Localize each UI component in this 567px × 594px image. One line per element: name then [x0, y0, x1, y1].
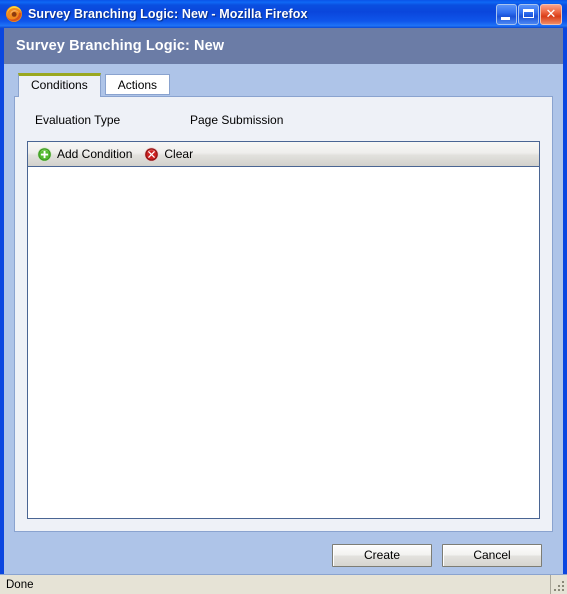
page-title: Survey Branching Logic: New: [16, 38, 225, 54]
window-titlebar[interactable]: Survey Branching Logic: New - Mozilla Fi…: [0, 0, 567, 28]
evaluation-type-row: Evaluation Type Page Submission: [25, 107, 542, 133]
create-button[interactable]: Create: [332, 543, 432, 567]
page-header-band: Survey Branching Logic: New: [4, 28, 563, 64]
minimize-button[interactable]: [496, 3, 517, 25]
window-title-text: Survey Branching Logic: New - Mozilla Fi…: [28, 7, 308, 21]
status-text: Done: [6, 578, 34, 591]
close-button[interactable]: [540, 3, 562, 25]
maximize-button[interactable]: [518, 3, 539, 25]
firefox-logo-icon: [5, 5, 23, 23]
delete-x-red-icon: [144, 147, 159, 161]
dialog-content-area: Conditions Actions Evaluation Type Page …: [4, 64, 563, 574]
clear-button[interactable]: Clear: [141, 147, 196, 162]
status-bar: Done: [0, 574, 567, 594]
conditions-tab-panel: Evaluation Type Page Submission Add Cond…: [14, 96, 553, 532]
conditions-box: Add Condition Clear: [27, 141, 540, 519]
conditions-toolbar: Add Condition Clear: [28, 142, 539, 167]
tab-strip: Conditions Actions: [14, 73, 553, 97]
evaluation-type-value: Page Submission: [190, 113, 284, 127]
add-plus-green-icon: [37, 147, 52, 161]
add-condition-label: Add Condition: [57, 147, 133, 161]
tab-actions[interactable]: Actions: [104, 74, 171, 95]
cancel-button[interactable]: Cancel: [442, 543, 542, 567]
tab-conditions[interactable]: Conditions: [18, 73, 101, 97]
clear-label: Clear: [164, 147, 194, 161]
evaluation-type-label: Evaluation Type: [35, 113, 121, 127]
conditions-list[interactable]: [28, 167, 539, 518]
tab-conditions-label: Conditions: [31, 78, 88, 92]
window-controls: [496, 3, 562, 25]
resize-grip[interactable]: [551, 575, 567, 594]
add-condition-button[interactable]: Add Condition: [34, 147, 135, 162]
tab-actions-label: Actions: [117, 78, 158, 92]
dialog-button-bar: Create Cancel: [14, 540, 553, 574]
firefox-window: Survey Branching Logic: New - Mozilla Fi…: [0, 0, 567, 594]
